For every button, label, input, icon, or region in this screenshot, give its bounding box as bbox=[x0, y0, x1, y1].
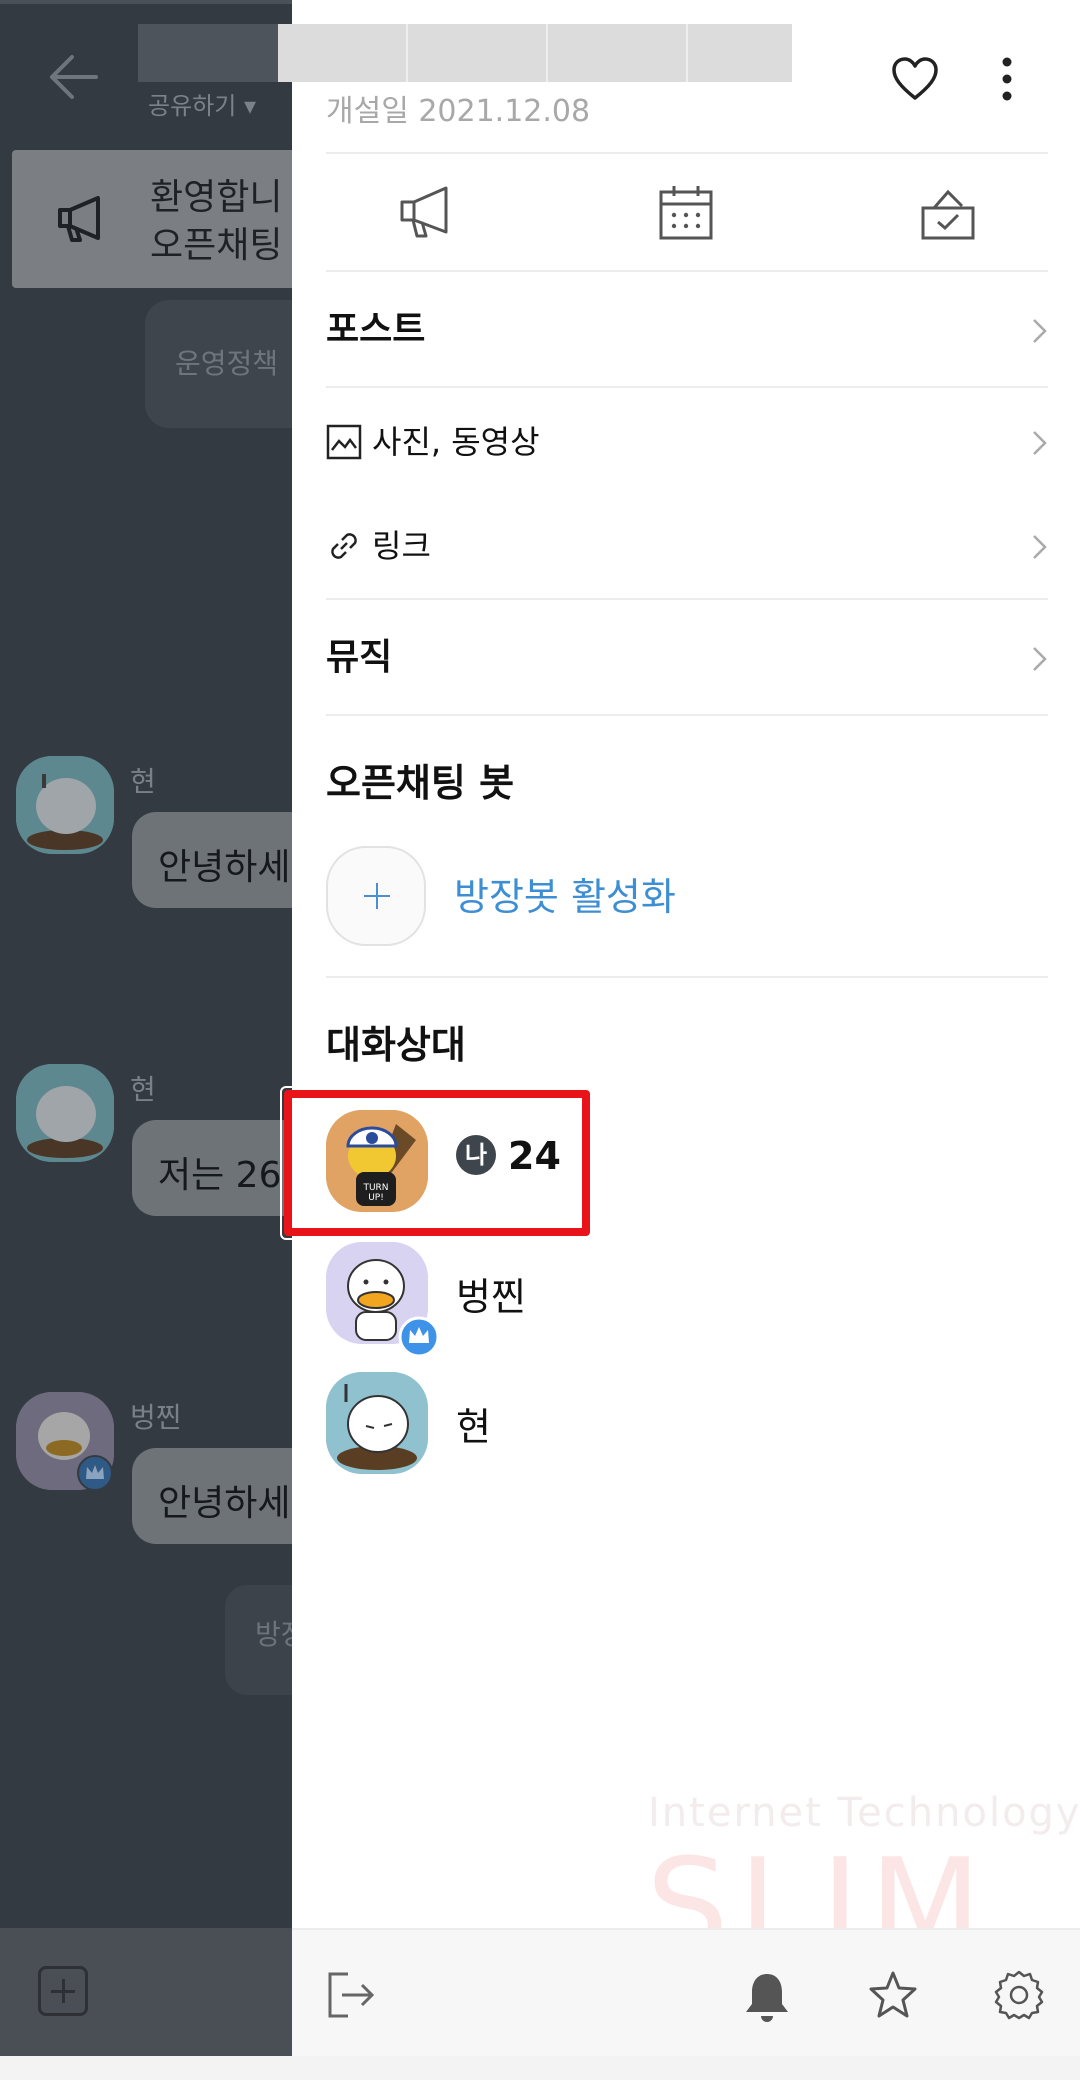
calendar-icon[interactable] bbox=[656, 182, 716, 242]
chat-room-drawer: 개설일 2021.12.08 포스트 사진, 동영상 링크 뮤직 오픈채팅 봇 … bbox=[278, 0, 1080, 2058]
opened-date: 개설일 2021.12.08 bbox=[326, 94, 591, 129]
divider bbox=[326, 714, 1048, 716]
message-bubble[interactable]: 안녕하세 bbox=[132, 1448, 292, 1544]
message-bubble[interactable]: 안녕하세 bbox=[132, 812, 292, 908]
member-row[interactable]: 벙찐 bbox=[292, 1236, 1080, 1358]
bot-section-title: 오픈채팅 봇 bbox=[326, 761, 515, 805]
ryan-character-icon bbox=[16, 756, 114, 854]
notice-bar[interactable]: 환영합니 오픈채팅 bbox=[12, 150, 292, 288]
attach-plus-button[interactable] bbox=[38, 1966, 88, 2016]
divider bbox=[326, 386, 1048, 388]
vote-box-icon[interactable] bbox=[918, 182, 978, 242]
bell-icon[interactable] bbox=[740, 1968, 794, 2022]
add-bot-button[interactable] bbox=[326, 846, 426, 946]
activate-bot-link[interactable]: 방장봇 활성화 bbox=[454, 866, 676, 921]
divider bbox=[326, 270, 1048, 272]
menu-music[interactable]: 뮤직 bbox=[292, 608, 1080, 708]
sender-name: 현 bbox=[130, 765, 156, 798]
megaphone-icon bbox=[58, 196, 100, 242]
avatar[interactable] bbox=[326, 1372, 428, 1474]
avatar[interactable] bbox=[16, 1064, 114, 1162]
divider bbox=[326, 152, 1048, 154]
ryan-character-icon bbox=[16, 1064, 114, 1162]
menu-post[interactable]: 포스트 bbox=[292, 280, 1080, 380]
megaphone-icon[interactable] bbox=[396, 182, 456, 242]
ryan-character-icon bbox=[326, 1372, 428, 1474]
chevron-right-icon bbox=[1033, 319, 1047, 343]
heart-icon[interactable] bbox=[890, 54, 940, 104]
highlight-box bbox=[284, 1090, 590, 1236]
photo-icon bbox=[326, 424, 362, 460]
exit-icon[interactable] bbox=[324, 1968, 378, 2022]
crown-icon bbox=[398, 1316, 440, 1358]
member-name: 현 bbox=[456, 1405, 491, 1449]
menu-photos-videos[interactable]: 사진, 동영상 bbox=[292, 392, 1080, 492]
chevron-right-icon bbox=[1033, 647, 1047, 671]
status-bar-line bbox=[0, 0, 292, 4]
share-dropdown[interactable]: 공유하기 ▾ bbox=[148, 86, 256, 121]
chat-background: 공유하기 ▾ 환영합니 오픈채팅 운영정책 현 안녕하세 현 저는 26 벙찐 … bbox=[0, 0, 292, 2080]
star-icon[interactable] bbox=[866, 1968, 920, 2022]
room-title-blurred bbox=[138, 24, 292, 82]
menu-label: 뮤직 bbox=[326, 637, 393, 678]
sender-name: 현 bbox=[130, 1073, 156, 1106]
chat-input-bar bbox=[0, 1928, 292, 2056]
link-icon bbox=[331, 533, 357, 559]
crown-icon bbox=[77, 1455, 113, 1491]
notice-text: 환영합니 오픈채팅 bbox=[150, 177, 283, 266]
drawer-footer bbox=[292, 1928, 1080, 2058]
divider bbox=[326, 976, 1048, 978]
chevron-right-icon bbox=[1033, 535, 1047, 559]
system-message: 방장 bbox=[225, 1585, 292, 1695]
avatar[interactable] bbox=[16, 756, 114, 854]
menu-links[interactable]: 링크 bbox=[292, 496, 1080, 596]
member-row[interactable]: 현 bbox=[292, 1366, 1080, 1478]
divider bbox=[326, 598, 1048, 600]
room-title-blurred bbox=[278, 24, 792, 82]
menu-label: 링크 bbox=[372, 527, 431, 565]
policy-bubble: 운영정책 bbox=[145, 300, 292, 428]
sender-name: 벙찐 bbox=[130, 1401, 182, 1434]
back-arrow-icon[interactable] bbox=[44, 52, 104, 102]
nav-bar-strip bbox=[0, 2056, 1080, 2080]
gear-icon[interactable] bbox=[992, 1968, 1046, 2022]
menu-label: 사진, 동영상 bbox=[372, 423, 540, 461]
more-vertical-icon[interactable] bbox=[992, 54, 1022, 104]
menu-label: 포스트 bbox=[326, 309, 426, 350]
member-name: 벙찐 bbox=[456, 1275, 526, 1319]
message-bubble[interactable]: 저는 26 bbox=[132, 1120, 292, 1216]
members-section-title: 대화상대 bbox=[326, 1023, 466, 1067]
chevron-right-icon bbox=[1033, 431, 1047, 455]
